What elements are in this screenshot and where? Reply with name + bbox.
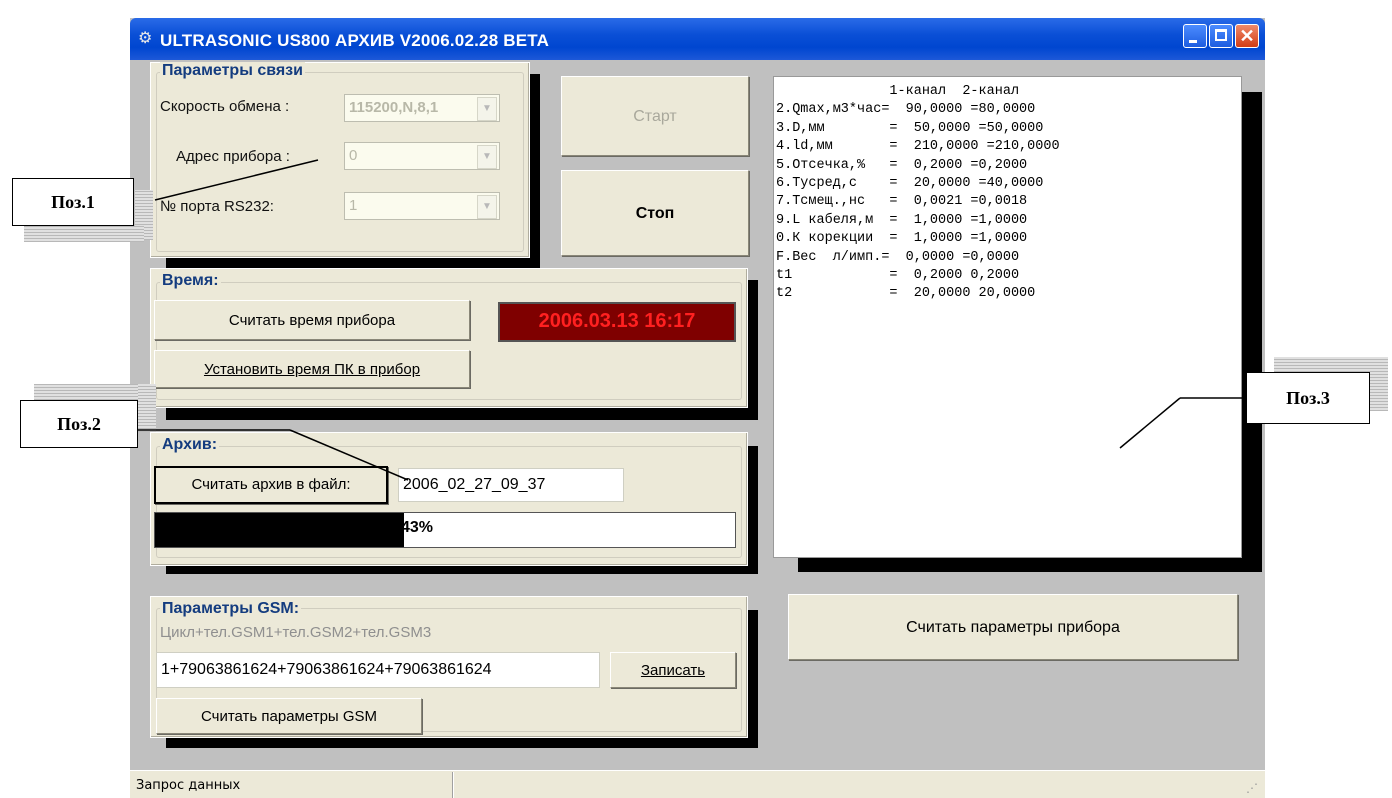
callout-leader-lines	[138, 159, 1246, 481]
leader-line-pos3b	[1119, 397, 1181, 449]
leader-line-pos2b	[289, 429, 409, 481]
leader-line-pos1	[154, 159, 319, 201]
